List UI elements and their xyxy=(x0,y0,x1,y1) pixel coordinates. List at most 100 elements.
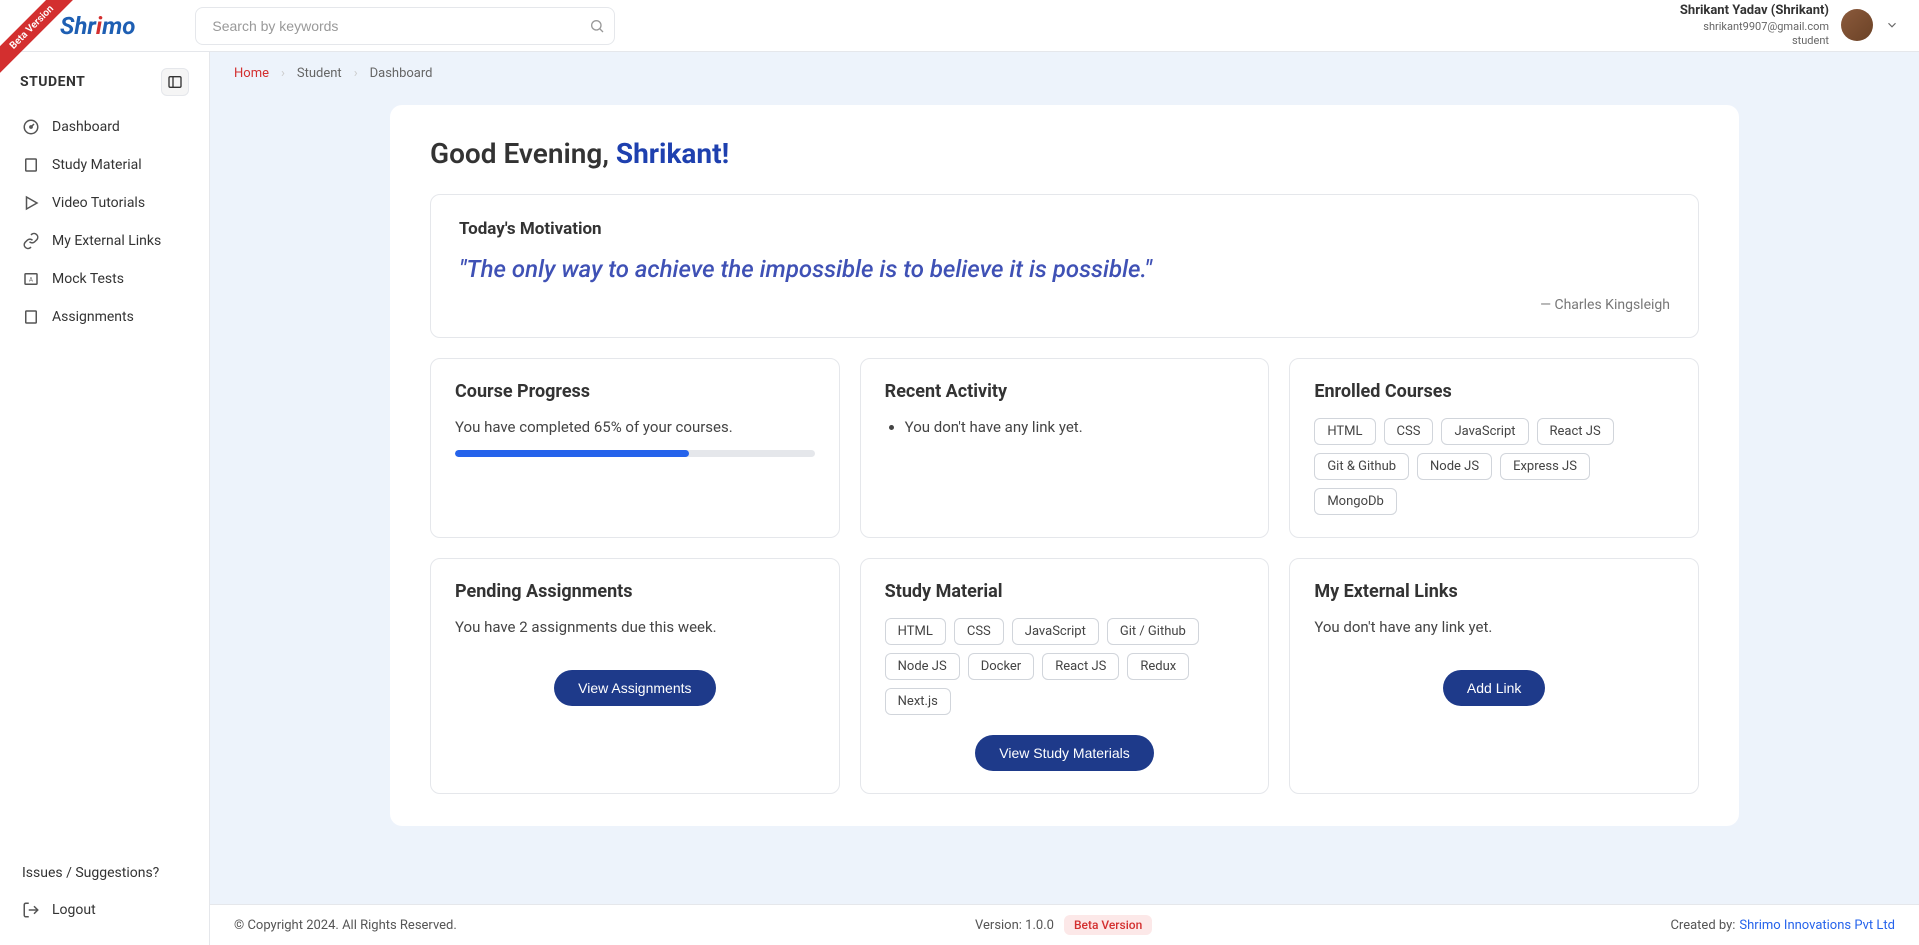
play-icon xyxy=(22,194,40,212)
enrolled-course-chip[interactable]: React JS xyxy=(1537,418,1614,445)
greeting-name: Shrikant! xyxy=(616,137,729,170)
motivation-author: — Charles Kingsleigh xyxy=(459,297,1670,313)
chevron-right-icon: › xyxy=(281,66,285,81)
study-material-chip[interactable]: Next.js xyxy=(885,688,951,715)
enrolled-course-chip[interactable]: Node JS xyxy=(1417,453,1492,480)
progress-text: You have completed 65% of your courses. xyxy=(455,418,815,436)
sidebar-item-label: My External Links xyxy=(52,233,161,249)
search-container xyxy=(195,7,615,45)
content-card: Good Evening, Shrikant! Today's Motivati… xyxy=(390,105,1739,826)
sidebar-item-assignments[interactable]: Assignments xyxy=(8,298,201,336)
enrolled-course-chip[interactable]: MongoDb xyxy=(1314,488,1397,515)
sidebar-item-video-tutorials[interactable]: Video Tutorials xyxy=(8,184,201,222)
footer-right: Created by: Shrimo Innovations Pvt Ltd xyxy=(1670,918,1895,933)
card-title: My External Links xyxy=(1314,581,1674,602)
view-assignments-button[interactable]: View Assignments xyxy=(554,670,715,706)
test-icon: A xyxy=(22,270,40,288)
activity-item: You don't have any link yet. xyxy=(905,418,1245,436)
user-name: Shrikant Yadav (Shrikant) xyxy=(1680,3,1829,20)
enrolled-courses-card: Enrolled Courses HTML CSS JavaScript React … xyxy=(1289,358,1699,538)
page-title: Good Evening, Shrikant! xyxy=(430,137,1699,170)
user-area[interactable]: Shrikant Yadav (Shrikant) shrikant9907@g… xyxy=(1680,3,1899,48)
study-material-chip[interactable]: Node JS xyxy=(885,653,960,680)
course-progress-card: Course Progress You have completed 65% o… xyxy=(430,358,840,538)
study-material-chip[interactable]: CSS xyxy=(954,618,1004,645)
logo-part3: mo xyxy=(102,12,135,40)
add-link-button[interactable]: Add Link xyxy=(1443,670,1545,706)
sidebar-item-label: Study Material xyxy=(52,157,142,173)
user-email: shrikant9907@gmail.com xyxy=(1680,20,1829,34)
user-role: student xyxy=(1680,34,1829,48)
sidebar-item-issues[interactable]: Issues / Suggestions? xyxy=(8,855,201,891)
study-material-chip[interactable]: HTML xyxy=(885,618,946,645)
breadcrumb-student[interactable]: Student xyxy=(297,66,342,81)
pending-text: You have 2 assignments due this week. xyxy=(455,618,815,636)
enrolled-course-chip[interactable]: Express JS xyxy=(1500,453,1590,480)
beta-badge: Beta Version xyxy=(1064,915,1152,935)
sidebar-item-label: Logout xyxy=(52,902,96,918)
footer-created-by: Created by: xyxy=(1670,918,1735,933)
card-title: Pending Assignments xyxy=(455,581,815,602)
chevron-right-icon: › xyxy=(354,66,358,81)
enrolled-chips: HTML CSS JavaScript React JS Git & Github Nod… xyxy=(1314,418,1674,515)
sidebar-item-label: Video Tutorials xyxy=(52,195,145,211)
links-text: You don't have any link yet. xyxy=(1314,618,1674,636)
main: Home › Student › Dashboard Good Evening,… xyxy=(210,52,1919,945)
document-icon xyxy=(22,308,40,326)
footer-company-link[interactable]: Shrimo Innovations Pvt Ltd xyxy=(1739,918,1895,933)
greeting-prefix: Good Evening, xyxy=(430,137,616,170)
sidebar-item-study-material[interactable]: Study Material xyxy=(8,146,201,184)
sidebar-item-label: Mock Tests xyxy=(52,271,124,287)
study-material-chip[interactable]: React JS xyxy=(1042,653,1119,680)
sidebar-item-external-links[interactable]: My External Links xyxy=(8,222,201,260)
enrolled-course-chip[interactable]: CSS xyxy=(1384,418,1434,445)
view-study-materials-button[interactable]: View Study Materials xyxy=(975,735,1153,771)
sidebar: STUDENT Dashboard Study Material Video T… xyxy=(0,52,210,945)
progress-fill xyxy=(455,450,689,457)
enrolled-course-chip[interactable]: JavaScript xyxy=(1441,418,1528,445)
sidebar-item-mock-tests[interactable]: A Mock Tests xyxy=(8,260,201,298)
progress-bar xyxy=(455,450,815,457)
svg-text:A: A xyxy=(29,276,33,283)
motivation-title: Today's Motivation xyxy=(459,219,1670,239)
external-links-card: My External Links You don't have any lin… xyxy=(1289,558,1699,794)
enrolled-course-chip[interactable]: Git & Github xyxy=(1314,453,1409,480)
avatar[interactable] xyxy=(1841,9,1873,41)
logout-icon xyxy=(22,901,40,919)
study-material-chip[interactable]: Docker xyxy=(968,653,1035,680)
sidebar-item-label: Issues / Suggestions? xyxy=(22,865,159,881)
sidebar-title: STUDENT xyxy=(20,74,85,90)
footer-center: Version: 1.0.0 Beta Version xyxy=(975,915,1152,935)
enrolled-course-chip[interactable]: HTML xyxy=(1314,418,1375,445)
study-material-chip[interactable]: Git / Github xyxy=(1107,618,1199,645)
motivation-quote: "The only way to achieve the impossible … xyxy=(459,255,1670,283)
breadcrumb-leaf: Dashboard xyxy=(370,66,433,81)
study-chips: HTML CSS JavaScript Git / Github Node JS Dock… xyxy=(885,618,1245,715)
sidebar-collapse-button[interactable] xyxy=(161,68,189,96)
sidebar-footer: Issues / Suggestions? Logout xyxy=(0,855,209,929)
card-title: Study Material xyxy=(885,581,1245,602)
topbar: Shrimo Shrikant Yadav (Shrikant) shrikan… xyxy=(0,0,1919,52)
breadcrumb-home[interactable]: Home xyxy=(234,66,269,81)
study-material-chip[interactable]: JavaScript xyxy=(1012,618,1099,645)
search-input[interactable] xyxy=(195,7,615,45)
cards-grid: Course Progress You have completed 65% o… xyxy=(430,358,1699,794)
card-title: Course Progress xyxy=(455,381,815,402)
footer-copyright: © Copyright 2024. All Rights Reserved. xyxy=(234,918,457,933)
logo[interactable]: Shrimo xyxy=(60,12,135,40)
study-material-chip[interactable]: Redux xyxy=(1127,653,1189,680)
sidebar-item-label: Assignments xyxy=(52,309,134,325)
breadcrumb: Home › Student › Dashboard xyxy=(210,52,1919,95)
chevron-down-icon[interactable] xyxy=(1885,18,1899,32)
sidebar-item-logout[interactable]: Logout xyxy=(8,891,201,929)
sidebar-item-dashboard[interactable]: Dashboard xyxy=(8,108,201,146)
card-title: Enrolled Courses xyxy=(1314,381,1674,402)
pending-assignments-card: Pending Assignments You have 2 assignmen… xyxy=(430,558,840,794)
footer: © Copyright 2024. All Rights Reserved. V… xyxy=(210,904,1919,945)
card-title: Recent Activity xyxy=(885,381,1245,402)
search-icon[interactable] xyxy=(589,18,605,34)
book-icon xyxy=(22,156,40,174)
footer-version: Version: 1.0.0 xyxy=(975,918,1054,933)
sidebar-nav: Dashboard Study Material Video Tutorials… xyxy=(0,108,209,336)
motivation-card: Today's Motivation "The only way to achi… xyxy=(430,194,1699,338)
